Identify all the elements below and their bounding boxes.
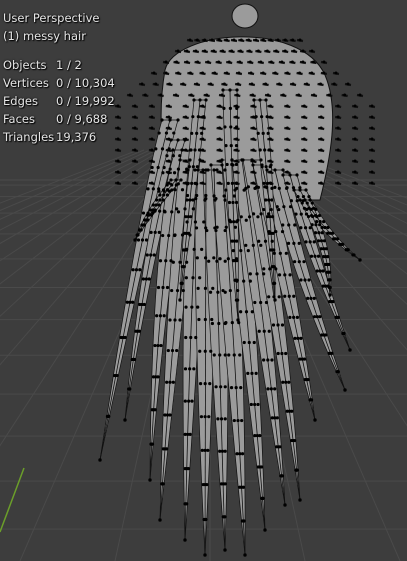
stat-vertices-label: Vertices: [3, 76, 49, 90]
view-name-label: User Perspective: [3, 11, 100, 25]
stat-edges-label: Edges: [3, 94, 38, 108]
stat-edges: Edges 0 / 19,992: [3, 94, 115, 108]
stat-faces-value: 0 / 9,688: [56, 112, 108, 126]
stat-triangles: Triangles 19,376: [3, 130, 96, 144]
stat-triangles-label: Triangles: [3, 130, 55, 144]
stat-vertices: Vertices 0 / 10,304: [3, 76, 115, 90]
stat-objects-value: 1 / 2: [56, 58, 82, 72]
stat-triangles-value: 19,376: [56, 130, 97, 144]
stat-objects: Objects 1 / 2: [3, 58, 82, 72]
3d-viewport[interactable]: User Perspective (1) messy hair Objects 1…: [0, 0, 407, 561]
stat-faces-label: Faces: [3, 112, 35, 126]
stat-faces: Faces 0 / 9,688: [3, 112, 107, 126]
stat-objects-label: Objects: [3, 58, 47, 72]
stat-edges-value: 0 / 19,992: [56, 94, 115, 108]
active-object-label: (1) messy hair: [3, 29, 86, 43]
stat-vertices-value: 0 / 10,304: [56, 76, 115, 90]
